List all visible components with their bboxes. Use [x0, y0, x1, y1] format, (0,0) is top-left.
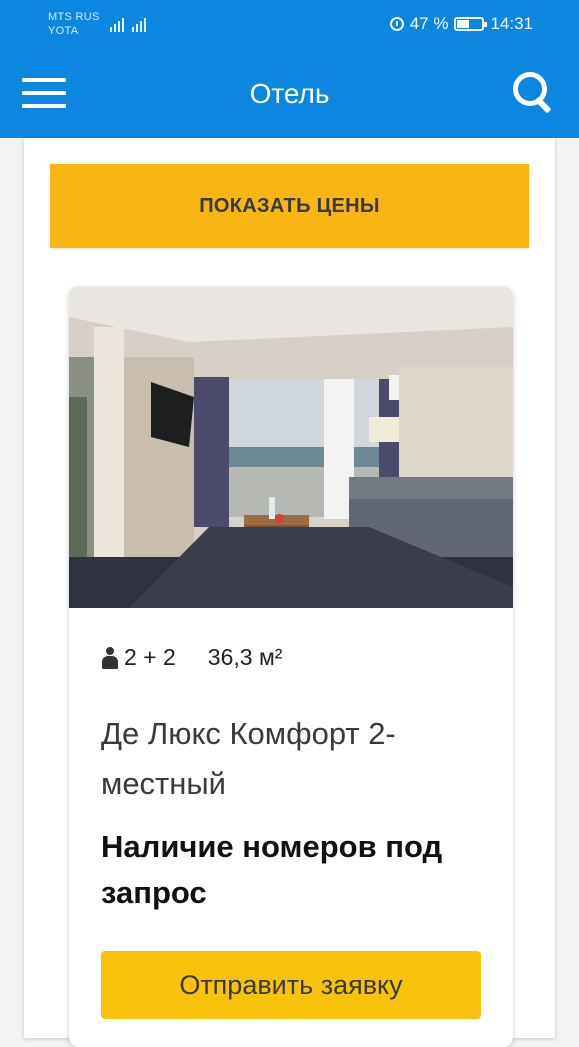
carrier-1: MTS RUS	[48, 11, 100, 23]
room-photo	[69, 287, 513, 608]
room-area: 36,3 м²	[207, 644, 283, 670]
content-card: ПОКАЗАТЬ ЦЕНЫ 2 + 2 36,3 м² Де Люкс Комф…	[24, 138, 555, 1047]
room-card[interactable]: 2 + 2 36,3 м² Де Люкс Комфорт 2-местный …	[69, 287, 513, 1047]
alarm-icon	[389, 17, 404, 31]
availability-text: Наличие номеров под запрос	[101, 829, 443, 910]
signal-icon	[110, 16, 146, 32]
clock: 14:31	[490, 14, 533, 33]
status-bar: MTS RUS YOTA 47 % 14:31	[0, 0, 579, 50]
person-icon	[101, 646, 119, 669]
search-button[interactable]	[513, 72, 555, 114]
status-right: 47 % 14:31	[389, 14, 533, 34]
guests-count: 2 + 2	[124, 644, 176, 670]
room-meta: 2 + 2 36,3 м²	[101, 644, 282, 671]
show-prices-button[interactable]: ПОКАЗАТЬ ЦЕНЫ	[50, 164, 529, 248]
carrier-info: MTS RUS YOTA	[48, 10, 100, 38]
room-name: Де Люкс Комфорт 2-местный	[101, 716, 396, 801]
carrier-2: YOTA	[48, 25, 79, 37]
battery-icon	[454, 17, 488, 31]
page-title: Отель	[249, 78, 330, 109]
app-bar: Отель	[0, 50, 579, 138]
battery-level: 47 %	[409, 14, 449, 33]
send-request-button[interactable]: Отправить заявку	[101, 951, 481, 1019]
